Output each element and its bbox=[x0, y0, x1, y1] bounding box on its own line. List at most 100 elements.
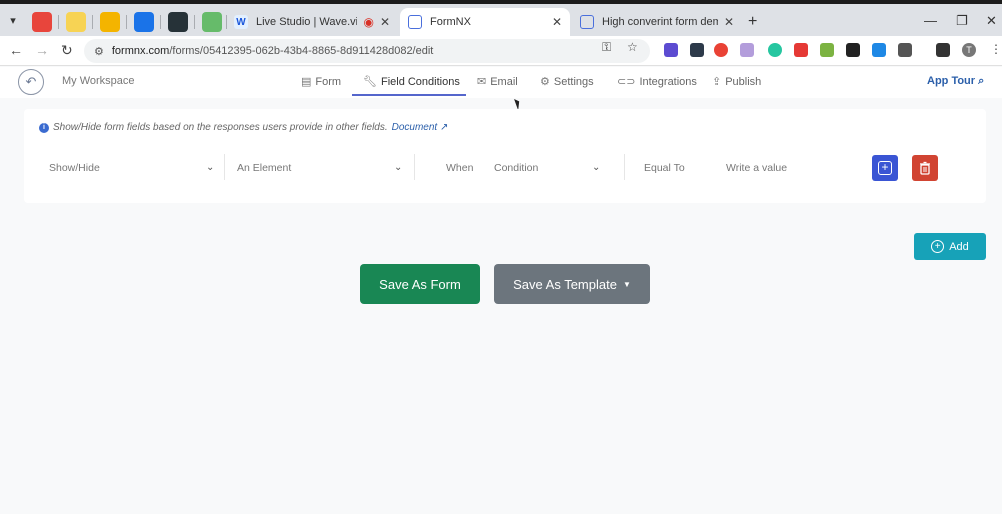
info-text: Show/Hide form fields based on the respo… bbox=[53, 122, 388, 133]
add-button[interactable]: + Add bbox=[914, 233, 986, 260]
document-link-label: Document bbox=[391, 122, 438, 133]
tab-separator bbox=[58, 15, 59, 29]
side-panel-icon[interactable] bbox=[936, 43, 950, 57]
external-link-icon: ↗ bbox=[439, 122, 449, 133]
eyedropper-icon[interactable] bbox=[846, 43, 860, 57]
url-host: formnx.com bbox=[111, 45, 170, 57]
element-select[interactable]: An Element bbox=[237, 162, 291, 174]
delete-condition-button[interactable] bbox=[912, 155, 938, 181]
url-path: /forms/05412395-062b-43b4-8865-8d911428d… bbox=[169, 45, 434, 57]
trash-icon bbox=[920, 161, 930, 175]
bookmark-favicon[interactable] bbox=[134, 12, 154, 32]
link-icon: ⊂⊃ bbox=[617, 76, 636, 88]
action-select[interactable]: Show/Hide bbox=[49, 162, 100, 174]
close-tab-icon[interactable]: ✕ bbox=[552, 15, 562, 29]
tab-field-conditions[interactable]: 🔧︎ Field Conditions bbox=[363, 75, 460, 89]
close-tab-icon[interactable]: ✕ bbox=[724, 15, 734, 29]
tab-title: Live Studio | Wave.video bbox=[256, 16, 358, 28]
save-template-label: Save As Template bbox=[513, 276, 617, 292]
email-icon: ✉ bbox=[477, 76, 487, 88]
recording-icon: ◉ bbox=[363, 15, 374, 29]
tab-title: High converint form demo - Fo bbox=[602, 16, 718, 28]
tab-label: Email bbox=[490, 75, 518, 88]
chevron-down-icon[interactable]: ⌄ bbox=[394, 162, 402, 173]
tab-wave-video[interactable]: W Live Studio | Wave.video ◉ ✕ bbox=[226, 8, 398, 36]
new-tab-icon[interactable]: + bbox=[748, 13, 757, 31]
tab-publish[interactable]: ⇪ Publish bbox=[712, 75, 762, 89]
tab-label: Settings bbox=[553, 75, 594, 88]
tab-search-icon[interactable]: ▾ bbox=[4, 12, 22, 30]
tab-email[interactable]: ✉ Email bbox=[477, 75, 518, 89]
divider bbox=[414, 154, 415, 180]
wave-video-favicon: W bbox=[234, 15, 248, 29]
password-key-icon[interactable]: ⚿ bbox=[602, 40, 611, 55]
add-label: Add bbox=[949, 240, 969, 253]
profile-avatar[interactable]: T bbox=[962, 43, 976, 57]
tab-formnx[interactable]: FormNX ✕ bbox=[400, 8, 570, 36]
condition-panel: i Show/Hide form fields based on the res… bbox=[24, 109, 986, 203]
condition-select[interactable]: Condition bbox=[494, 162, 538, 174]
extensions-puzzle-icon[interactable] bbox=[898, 43, 912, 57]
app-tour-link[interactable]: App Tour ⌕ bbox=[927, 75, 984, 88]
tab-separator bbox=[160, 15, 161, 29]
site-info-icon[interactable]: ⚙ bbox=[94, 45, 104, 58]
folder-favicon[interactable] bbox=[100, 12, 120, 32]
when-label: When bbox=[446, 162, 474, 174]
url-text: formnx.com/forms/05412395-062b-43b4-8865… bbox=[112, 45, 433, 57]
tab-integrations[interactable]: ⊂⊃ Integrations bbox=[617, 75, 697, 89]
minimize-icon[interactable]: — bbox=[924, 13, 937, 28]
address-bar[interactable]: ⚙ formnx.com/forms/05412395-062b-43b4-88… bbox=[84, 39, 650, 63]
chevron-down-icon[interactable]: ⌄ bbox=[206, 162, 214, 173]
tab-label: Integrations bbox=[639, 75, 697, 88]
app-nav: ↶ My Workspace ▤ Form 🔧︎ Field Condition… bbox=[0, 67, 1002, 98]
plus-circle-icon: + bbox=[931, 240, 945, 253]
document-link[interactable]: Document ↗ bbox=[392, 122, 449, 133]
extension-icon[interactable] bbox=[820, 43, 834, 57]
tab-separator bbox=[126, 15, 127, 29]
extension-icon[interactable] bbox=[794, 43, 808, 57]
restore-icon[interactable]: ❐ bbox=[956, 13, 968, 29]
divider bbox=[624, 154, 625, 180]
workspace-link[interactable]: My Workspace bbox=[62, 75, 135, 87]
tab-label: Form bbox=[315, 75, 342, 88]
extension-icon[interactable] bbox=[714, 43, 728, 57]
tab-settings[interactable]: ⚙ Settings bbox=[540, 75, 594, 89]
s-favicon[interactable] bbox=[168, 12, 188, 32]
info-line: i Show/Hide form fields based on the res… bbox=[39, 122, 448, 133]
close-tab-icon[interactable]: ✕ bbox=[380, 15, 390, 29]
reload-icon[interactable]: ↻ bbox=[61, 42, 73, 59]
form-icon: ▤ bbox=[301, 76, 312, 88]
leaf-favicon[interactable] bbox=[202, 12, 222, 32]
extension-icon[interactable] bbox=[664, 43, 678, 57]
help-search-icon: ⌕ bbox=[978, 75, 985, 87]
back-undo-icon[interactable]: ↶ bbox=[18, 69, 44, 95]
chevron-down-icon[interactable]: ⌄ bbox=[592, 162, 600, 173]
tab-title: FormNX bbox=[430, 16, 471, 28]
tab-separator bbox=[92, 15, 93, 29]
formnx-favicon bbox=[408, 15, 422, 29]
extension-icon[interactable] bbox=[690, 43, 704, 57]
tab-label: Publish bbox=[725, 75, 762, 88]
save-form-label: Save As Form bbox=[379, 276, 461, 292]
tab-form[interactable]: ▤ Form bbox=[301, 75, 342, 89]
info-icon: i bbox=[39, 122, 49, 133]
wrench-icon: 🔧︎ bbox=[363, 76, 377, 88]
equal-to-label: Equal To bbox=[644, 162, 685, 174]
extension-icon[interactable] bbox=[872, 43, 886, 57]
tab-label: Field Conditions bbox=[380, 75, 460, 88]
back-arrow-icon[interactable]: ← bbox=[9, 42, 23, 58]
save-as-form-button[interactable]: Save As Form bbox=[360, 264, 480, 304]
extension-icon[interactable] bbox=[740, 43, 754, 57]
add-condition-button[interactable]: + bbox=[872, 155, 898, 181]
save-as-template-button[interactable]: Save As Template ▼ bbox=[494, 264, 650, 304]
calendar-favicon[interactable] bbox=[32, 12, 52, 32]
pencil-favicon[interactable] bbox=[66, 12, 86, 32]
extension-icon[interactable] bbox=[768, 43, 782, 57]
tab-high-converint[interactable]: High converint form demo - Fo ✕ bbox=[572, 8, 742, 36]
value-input[interactable]: Write a value bbox=[726, 162, 787, 174]
publish-icon: ⇪ bbox=[712, 76, 722, 88]
bookmark-star-icon[interactable]: ☆ bbox=[627, 40, 638, 54]
browser-menu-icon[interactable]: ⋮ bbox=[990, 42, 1002, 56]
forward-arrow-icon[interactable]: → bbox=[35, 42, 49, 58]
window-close-icon[interactable]: ✕ bbox=[986, 13, 997, 29]
